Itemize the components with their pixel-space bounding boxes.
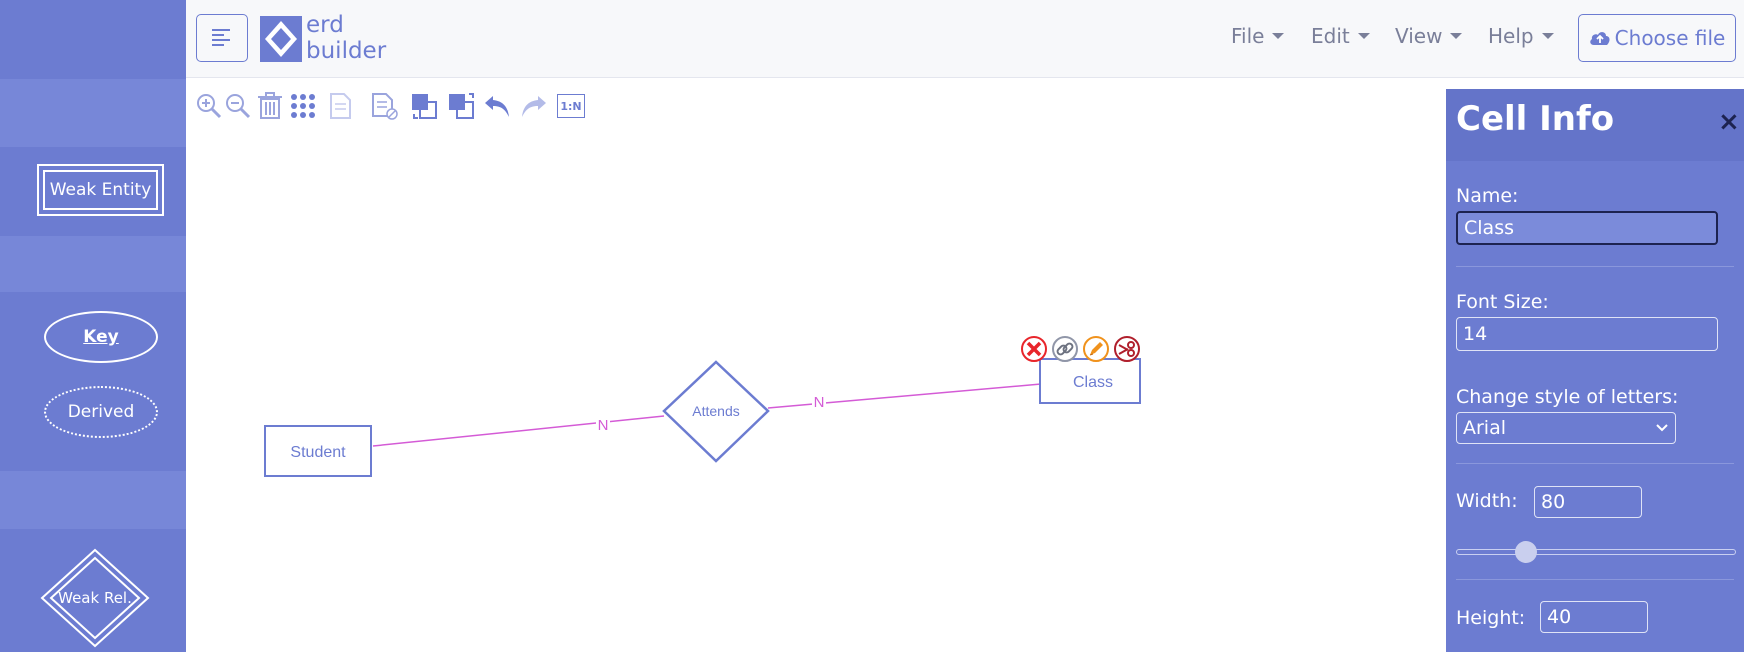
close-icon[interactable]: × — [1718, 109, 1740, 135]
choose-file-button[interactable]: Choose file — [1578, 14, 1736, 62]
letter-style-label: Change style of letters: — [1456, 386, 1679, 408]
palette-band — [0, 236, 186, 292]
entity-class-label: Class — [1073, 374, 1113, 391]
name-input[interactable] — [1456, 211, 1718, 245]
font-size-label: Font Size: — [1456, 291, 1549, 313]
choose-file-label: Choose file — [1614, 26, 1726, 50]
height-label: Height: — [1456, 607, 1526, 629]
width-slider-handle[interactable] — [1515, 541, 1537, 563]
relationship-attends[interactable]: Attends — [662, 360, 770, 463]
key-attribute-shape[interactable]: Key — [44, 311, 158, 363]
weak-entity-shape[interactable]: Weak Entity — [37, 164, 164, 216]
height-input[interactable] — [1540, 601, 1648, 633]
link-label-n-class: N — [812, 392, 826, 411]
link-label-n-student: N — [596, 416, 610, 434]
weak-relationship-label: Weak Rel. — [58, 589, 132, 607]
entity-student-label: Student — [290, 444, 346, 461]
cut-scissors-icon[interactable] — [1114, 336, 1140, 362]
cloud-upload-icon — [1589, 32, 1610, 45]
menu-view[interactable]: View — [1395, 24, 1463, 48]
link-icon[interactable] — [1052, 336, 1078, 362]
panel-divider — [1456, 266, 1734, 267]
weak-relationship-shape[interactable]: Weak Rel. — [40, 548, 150, 648]
relationship-attends-label: Attends — [692, 403, 739, 419]
font-size-input[interactable] — [1456, 317, 1718, 351]
palette-band — [0, 471, 186, 529]
width-label: Width: — [1456, 490, 1518, 512]
chevron-down-icon — [1272, 33, 1285, 39]
name-label: Name: — [1456, 185, 1519, 207]
cell-info-header: Cell Info × — [1446, 89, 1744, 161]
shape-palette: Weak Entity Key Derived Weak Rel. — [0, 0, 186, 652]
menu-view-label: View — [1395, 24, 1443, 48]
logo-icon — [260, 16, 302, 62]
key-attribute-label: Key — [83, 327, 119, 347]
app-logo[interactable]: erd builder — [260, 12, 390, 64]
weak-entity-label: Weak Entity — [49, 180, 152, 200]
cell-info-title: Cell Info — [1456, 99, 1615, 139]
edit-pencil-icon[interactable] — [1083, 336, 1109, 362]
letter-style-value: Arial — [1463, 417, 1507, 439]
menu-edit-label: Edit — [1311, 24, 1350, 48]
panel-divider — [1456, 579, 1734, 580]
derived-attribute-label: Derived — [67, 402, 135, 422]
chevron-down-icon — [1656, 424, 1668, 432]
sidebar-toggle-button[interactable] — [196, 14, 248, 62]
menu-file-label: File — [1231, 24, 1265, 48]
width-slider-track — [1456, 549, 1736, 555]
logo-text-line1: erd — [306, 12, 344, 38]
entity-student[interactable]: Student — [264, 425, 372, 477]
chevron-down-icon — [1357, 33, 1370, 39]
panel-divider — [1456, 463, 1734, 464]
width-input[interactable] — [1534, 486, 1642, 518]
logo-text-line2: builder — [306, 38, 387, 64]
svg-text:N: N — [814, 394, 825, 411]
menu-edit[interactable]: Edit — [1311, 24, 1370, 48]
entity-class[interactable]: Class — [1039, 358, 1141, 404]
chevron-down-icon — [1541, 33, 1554, 39]
cell-info-panel: Cell Info × Name: Font Size: Change styl… — [1446, 89, 1744, 652]
top-navbar: erd builder File Edit View Help Choose f… — [186, 0, 1744, 78]
menu-lines-icon — [212, 28, 230, 46]
chevron-down-icon — [1450, 33, 1463, 39]
svg-text:N: N — [598, 417, 609, 434]
menu-file[interactable]: File — [1231, 24, 1285, 48]
menu-help-label: Help — [1488, 24, 1534, 48]
menu-help[interactable]: Help — [1488, 24, 1554, 48]
derived-attribute-shape[interactable]: Derived — [44, 386, 158, 438]
palette-band — [0, 79, 186, 147]
delete-icon[interactable] — [1021, 336, 1047, 362]
width-slider[interactable] — [1456, 541, 1736, 563]
diagram-canvas[interactable]: N N Student Attends Class — [186, 79, 1446, 652]
letter-style-select[interactable]: Arial — [1456, 412, 1676, 444]
